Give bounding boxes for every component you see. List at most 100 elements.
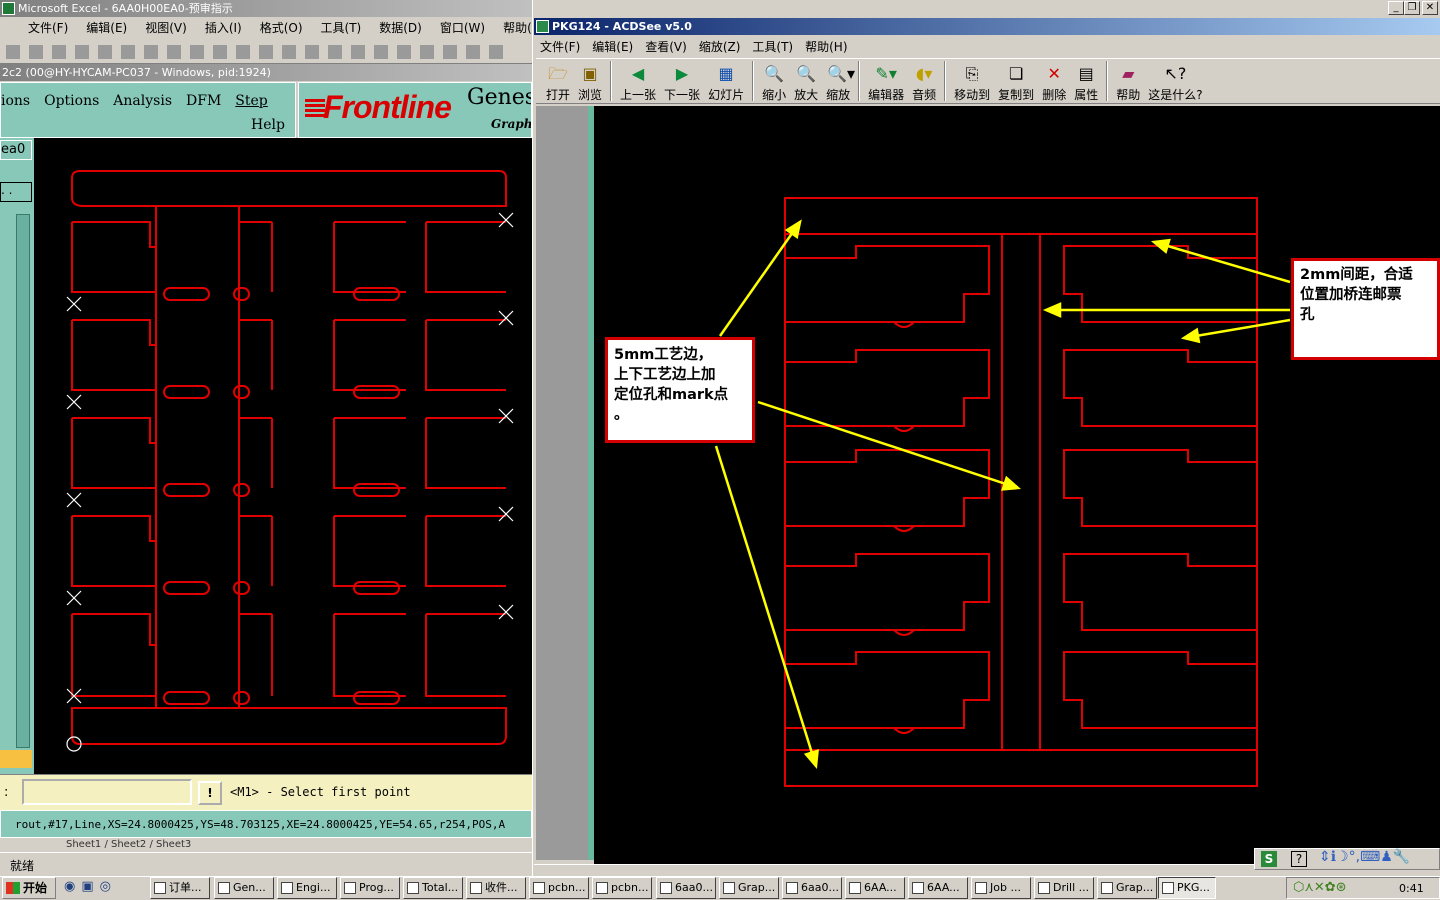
language-bar[interactable]: S ? ⇕ℹ☽°,⌨♟🔧 — [1254, 848, 1440, 870]
acdsee-image-view[interactable] — [594, 106, 1440, 864]
start-button[interactable]: 开始 — [2, 877, 56, 899]
zoom-icon: 🔍▾ — [827, 64, 856, 83]
taskbar-item[interactable]: 6aa0... — [782, 877, 842, 899]
whats-this-button[interactable]: ↖? 这是什么? — [1144, 61, 1206, 103]
minimize-button[interactable]: _ — [1388, 1, 1404, 15]
properties-button[interactable]: ▤ 属性 — [1070, 61, 1102, 103]
genesis-menu-dfm[interactable]: DFM — [186, 93, 221, 109]
genesis-canvas[interactable] — [34, 138, 532, 774]
help-button[interactable]: ▰ 帮助 — [1112, 61, 1144, 103]
taskbar-item[interactable]: pcbn... — [592, 877, 652, 899]
taskbar-item[interactable]: Drill ... — [1034, 877, 1094, 899]
taskbar-item[interactable]: Grap... — [1097, 877, 1157, 899]
slideshow-button[interactable]: ▦ 幻灯片 — [704, 61, 748, 103]
genesis-menubar: ions Options Analysis DFM Step Help — [0, 82, 296, 138]
genesis-window: 2c2 (00@HY-HYCAM-PC037 - Windows, pid:19… — [0, 64, 532, 82]
zoom-button[interactable]: 🔍▾ 缩放 — [822, 61, 856, 103]
excel-menu-help[interactable]: 帮助( — [494, 18, 532, 38]
input-label: : — [4, 785, 9, 800]
acdsee-menu-file[interactable]: 文件(F) — [534, 37, 586, 57]
prompt-text: <M1> - Select first point — [230, 785, 411, 799]
help-icon[interactable]: ? — [1291, 851, 1307, 867]
excel-menu-tools[interactable]: 工具(T) — [312, 18, 371, 38]
prev-button[interactable]: ◀ 上一张 — [616, 61, 660, 103]
taskbar-item[interactable]: 收件... — [466, 877, 526, 899]
excel-menu-window[interactable]: 窗口(W) — [431, 18, 494, 38]
genesis-menu-help[interactable]: Help — [251, 117, 285, 133]
taskbar-item[interactable]: pcbn... — [529, 877, 589, 899]
genesis-menu-step[interactable]: Step — [235, 93, 267, 109]
genesis-logo: Genes — [467, 85, 532, 110]
taskbar-item[interactable]: Grap... — [719, 877, 779, 899]
genesis-menu-analysis[interactable]: Analysis — [113, 93, 172, 109]
taskbar-item[interactable]: Prog... — [340, 877, 400, 899]
taskbar-item-label: pcbn... — [611, 881, 649, 894]
genesis-vscrollbar[interactable] — [16, 214, 30, 748]
next-button[interactable]: ▶ 下一张 — [660, 61, 704, 103]
frontline-logo: Frontline — [323, 89, 452, 125]
layer-color-swatch[interactable] — [0, 750, 32, 768]
ime-mode-icons[interactable]: ⇕ℹ☽°,⌨♟🔧 — [1319, 849, 1410, 865]
excel-menu-format[interactable]: 格式(O) — [251, 18, 312, 38]
genesis-title: 2c2 (00@HY-HYCAM-PC037 - Windows, pid:19… — [2, 66, 271, 79]
editor-button[interactable]: ✎▾ 编辑器 — [864, 61, 908, 103]
tray-icons[interactable]: ⬡⋏✕✿⊛ — [1293, 880, 1347, 895]
taskbar-item-label: 6aa0... — [801, 881, 839, 894]
taskbar-item[interactable]: Engi... — [277, 877, 337, 899]
taskbar-item[interactable]: Job ... — [971, 877, 1031, 899]
acdsee-menu-edit[interactable]: 编辑(E) — [586, 37, 639, 57]
taskbar-item[interactable]: 6AA... — [908, 877, 968, 899]
zoom-in-button[interactable]: 🔍 放大 — [790, 61, 822, 103]
task-app-icon — [975, 882, 987, 894]
audio-icon: ◖▾ — [915, 64, 933, 83]
task-app-icon — [849, 882, 861, 894]
acdsee-menubar: 文件(F) 编辑(E) 查看(V) 缩放(Z) 工具(T) 帮助(H) — [534, 37, 1440, 57]
callout-right-line-1: 2mm间距，合适 — [1300, 267, 1413, 283]
task-app-icon — [786, 882, 798, 894]
move-to-icon: ⎘ — [965, 64, 979, 83]
layer-selector[interactable]: . . — [0, 182, 32, 202]
close-button[interactable]: ✕ — [1422, 1, 1438, 15]
excel-sheet-tabs[interactable]: Sheet1 / Sheet2 / Sheet3 — [0, 838, 532, 852]
zoom-out-button[interactable]: 🔍 缩小 — [758, 61, 790, 103]
taskbar-item[interactable]: 6AA... — [845, 877, 905, 899]
excel-toolbar — [0, 40, 532, 64]
excel-menu-edit[interactable]: 编辑(E) — [77, 18, 136, 38]
restore-button[interactable]: ❐ — [1404, 1, 1420, 15]
taskbar-item[interactable]: 订单... — [150, 877, 210, 899]
taskbar-item-label: Drill ... — [1053, 881, 1090, 894]
taskbar-item[interactable]: Gen... — [214, 877, 274, 899]
acdsee-menu-view[interactable]: 查看(V) — [639, 37, 693, 57]
layer-label[interactable]: ea0 — [0, 140, 32, 160]
taskbar-item[interactable]: 6aa0... — [656, 877, 716, 899]
genesis-menu-options[interactable]: Options — [44, 93, 99, 109]
excel-menu-file[interactable]: 文件(F) — [0, 18, 77, 38]
excel-menu-insert[interactable]: 插入(I) — [196, 18, 251, 38]
excel-toolbar-icons[interactable] — [6, 45, 506, 59]
audio-button[interactable]: ◖▾ 音频 — [908, 61, 940, 103]
excel-menu-data[interactable]: 数据(D) — [370, 18, 431, 38]
genesis-menu-actions[interactable]: ions — [1, 93, 30, 109]
taskbar-item-label: PKG... — [1177, 881, 1210, 894]
taskbar-item-label: 收件... — [485, 881, 518, 894]
browse-button[interactable]: ▣ 浏览 — [574, 61, 606, 103]
excel-menu-view[interactable]: 视图(V) — [136, 18, 196, 38]
delete-button[interactable]: ✕ 删除 — [1038, 61, 1070, 103]
alert-icon[interactable]: ! — [198, 781, 222, 805]
command-input[interactable] — [22, 779, 192, 805]
move-to-button[interactable]: ⎘ 移动到 — [950, 61, 994, 103]
callout-left-line-3: 定位孔和mark点 — [614, 387, 729, 403]
acdsee-menu-tools[interactable]: 工具(T) — [746, 37, 799, 57]
task-app-icon — [1162, 882, 1174, 894]
acdsee-menu-zoom[interactable]: 缩放(Z) — [693, 37, 747, 57]
taskbar-item[interactable]: PKG... — [1158, 877, 1216, 899]
open-button[interactable]: 🗁 打开 — [542, 61, 574, 103]
taskbar-item-label: Prog... — [359, 881, 394, 894]
acdsee-menu-help[interactable]: 帮助(H) — [799, 37, 853, 57]
excel-statusbar: 就绪 — [0, 852, 532, 876]
ime-icon[interactable]: S — [1261, 851, 1277, 867]
taskbar-item[interactable]: Total... — [403, 877, 463, 899]
taskbar-item-label: Grap... — [1116, 881, 1154, 894]
copy-to-button[interactable]: ❏ 复制到 — [994, 61, 1038, 103]
quick-launch[interactable]: ◉▣◎ — [64, 879, 144, 897]
